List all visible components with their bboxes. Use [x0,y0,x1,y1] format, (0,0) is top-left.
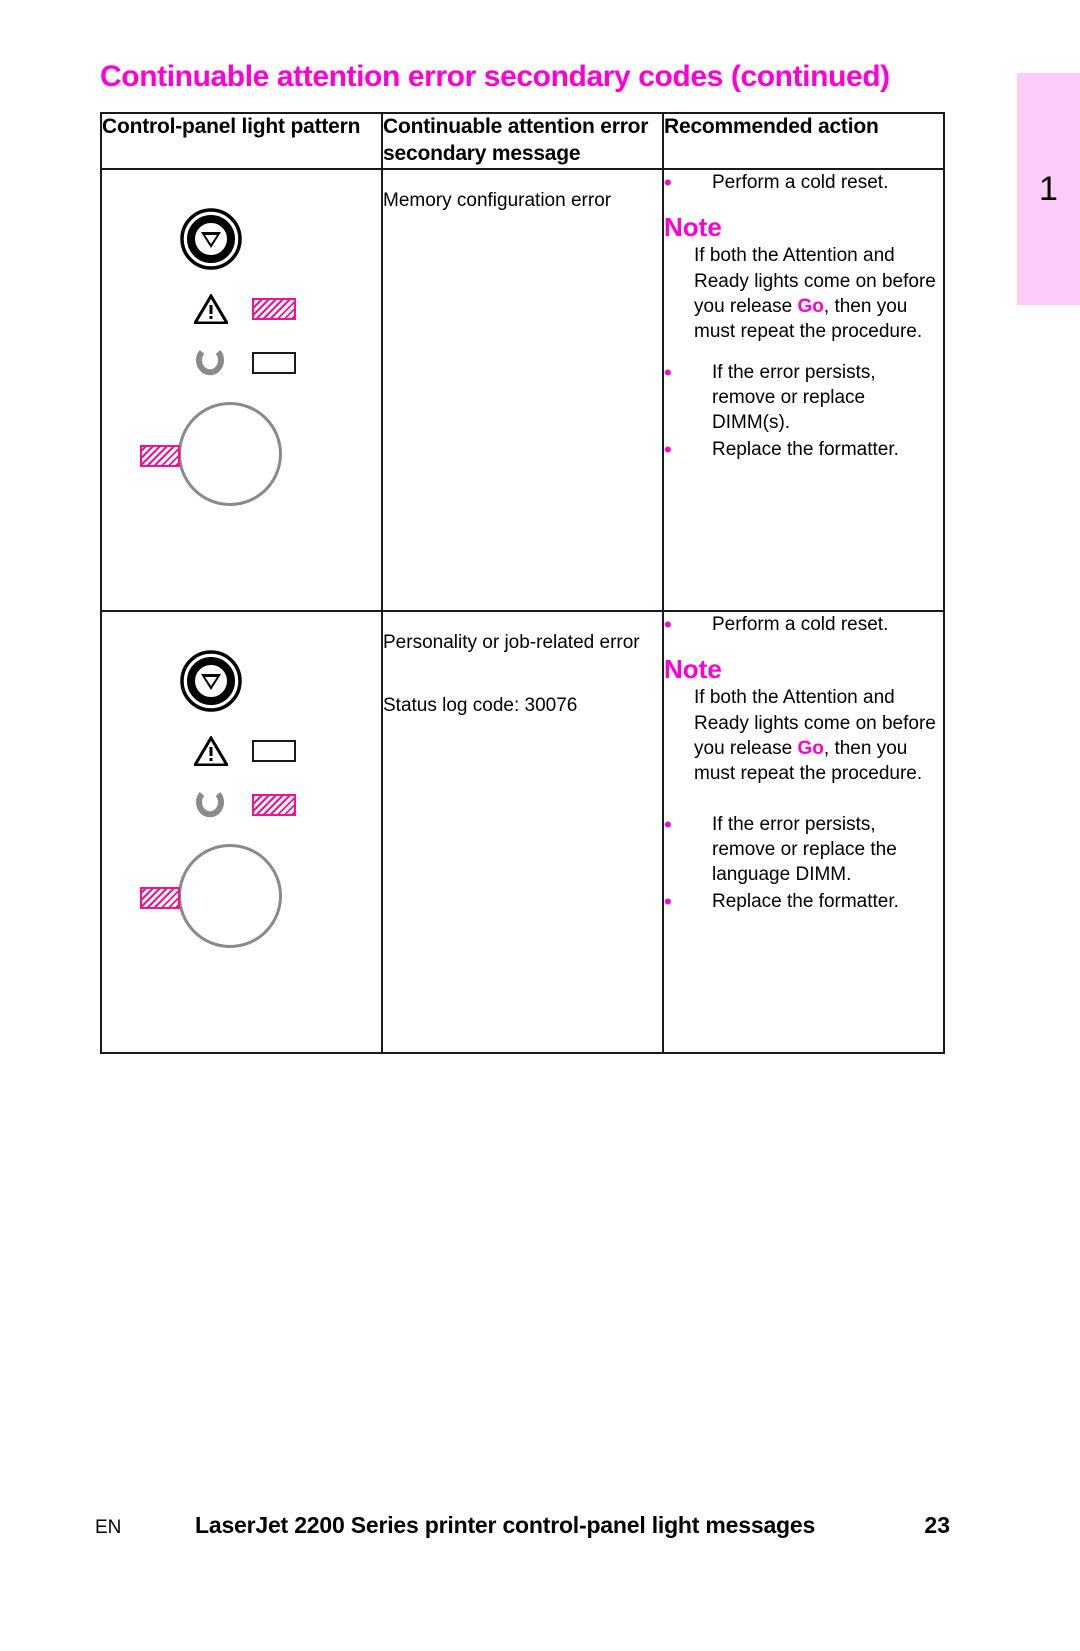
list-item: If the error persists, remove or replace… [664,810,943,887]
attention-light-row [194,734,296,768]
status-log-code-text: Status log code: 30076 [383,694,578,716]
control-panel-pattern-cell [100,609,383,1054]
secondary-message-cell: Personality or job-related error Status … [381,609,664,1054]
page-tab-marker: 1 [1017,73,1080,305]
toner-led-indicator [140,886,180,909]
list-item: Replace the formatter. [664,887,943,916]
go-keyword: Go [797,295,824,317]
ready-arc-icon [194,788,238,822]
attention-led-indicator [252,297,296,320]
ready-led-indicator [252,793,296,816]
table-row: Personality or job-related error Status … [100,609,945,1054]
go-button-icon [180,650,242,712]
attention-led-indicator [252,739,296,762]
attention-light-row [194,292,296,326]
column-header-light-pattern: Control-panel light pattern [100,112,383,170]
footer-title: LaserJet 2200 Series printer control-pan… [195,1512,816,1538]
note-body: If both the Attention and Ready lights c… [664,243,943,343]
list-item: If the error persists, remove or replace… [664,358,943,435]
action-list-top: Perform a cold reset. [664,168,943,197]
control-panel-graphic [102,612,381,1052]
ready-arc-icon [194,346,238,380]
ready-light-row [194,788,296,822]
page-title: Continuable attention error secondary co… [100,60,890,93]
toner-circle-icon [178,843,282,948]
control-panel-pattern-cell [100,167,383,612]
ready-led-indicator [252,351,296,374]
recommended-action-cell: Perform a cold reset. Note If both the A… [662,168,945,612]
warning-triangle-icon [194,292,238,326]
note-heading: Note [664,653,722,684]
secondary-message-cell: Memory configuration error [381,167,664,612]
action-list-top: Perform a cold reset. [664,610,943,639]
note-heading: Note [664,211,722,242]
secondary-message-text: Memory configuration error [383,189,612,211]
page-tab-number: 1 [1039,170,1058,208]
ready-light-row [194,346,296,380]
page-footer: EN LaserJet 2200 Series printer control-… [95,1512,950,1539]
column-header-recommended-action: Recommended action [662,112,945,170]
list-item: Perform a cold reset. [664,168,943,197]
list-item: Replace the formatter. [664,435,943,464]
secondary-message-text: Personality or job-related error [383,631,640,653]
light-pattern-table: Control-panel light pattern Continuable … [100,112,945,1054]
table-row: Memory configuration error Perform a col… [100,167,945,612]
toner-circle-icon [178,401,282,506]
warning-triangle-icon [194,734,238,768]
table-header-row: Control-panel light pattern Continuable … [100,112,945,170]
note-body: If both the Attention and Ready lights c… [664,685,943,785]
control-panel-graphic [102,170,381,610]
column-header-secondary-message: Continuable attention error secondary me… [381,112,664,170]
action-list-bottom: If the error persists, remove or replace… [664,810,943,916]
footer-language-code: EN [95,1517,122,1538]
toner-led-indicator [140,444,180,467]
recommended-action-cell: Perform a cold reset. Note If both the A… [662,610,945,1054]
footer-page-number: 23 [924,1512,950,1538]
list-item: Perform a cold reset. [664,610,943,639]
action-list-bottom: If the error persists, remove or replace… [664,358,943,464]
go-button-icon [180,208,242,270]
go-keyword: Go [797,737,824,759]
